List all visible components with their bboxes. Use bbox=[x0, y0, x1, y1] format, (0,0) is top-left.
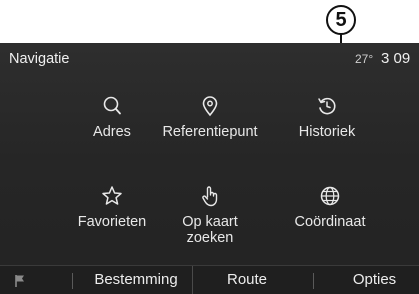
tab-divider bbox=[313, 273, 314, 289]
bottom-tab-bar: Bestemming Route Opties bbox=[0, 265, 419, 294]
clock-readout: 3 09 bbox=[381, 50, 411, 67]
location-pin-icon bbox=[202, 96, 218, 117]
menu-item-label-line2: zoeken bbox=[186, 230, 234, 246]
globe-icon bbox=[320, 186, 340, 206]
tab-flag[interactable] bbox=[0, 266, 40, 294]
menu-item-label: Coördinaat bbox=[294, 214, 366, 230]
tab-route[interactable]: Route bbox=[192, 266, 302, 294]
history-clock-icon bbox=[318, 97, 336, 115]
hand-pointer-icon bbox=[202, 186, 218, 207]
menu-item-label: Historiek bbox=[298, 124, 356, 140]
menu-item-label: Op kaart zoeken bbox=[150, 214, 270, 246]
page-title: Navigatie bbox=[9, 51, 70, 67]
menu-item-history[interactable]: Historiek bbox=[267, 95, 387, 140]
flag-icon bbox=[15, 275, 24, 287]
tab-destination[interactable]: Bestemming bbox=[80, 266, 193, 294]
tab-divider bbox=[72, 273, 73, 289]
navigation-screen: Navigatie 27° 3 09 Adres Referentiepunt … bbox=[0, 43, 419, 294]
menu-item-label-line1: Op kaart bbox=[182, 214, 238, 230]
search-icon bbox=[103, 96, 121, 115]
tab-options[interactable]: Opties bbox=[330, 266, 419, 294]
menu-item-reference-point[interactable]: Referentiepunt bbox=[150, 95, 270, 140]
menu-item-label: Referentiepunt bbox=[162, 124, 258, 140]
temperature-readout: 27° bbox=[355, 52, 374, 66]
menu-item-coordinate[interactable]: Coördinaat bbox=[270, 185, 390, 230]
menu-item-search-on-map[interactable]: Op kaart zoeken bbox=[150, 185, 270, 246]
star-icon bbox=[102, 186, 122, 205]
callout-number-badge: 5 bbox=[326, 5, 356, 35]
